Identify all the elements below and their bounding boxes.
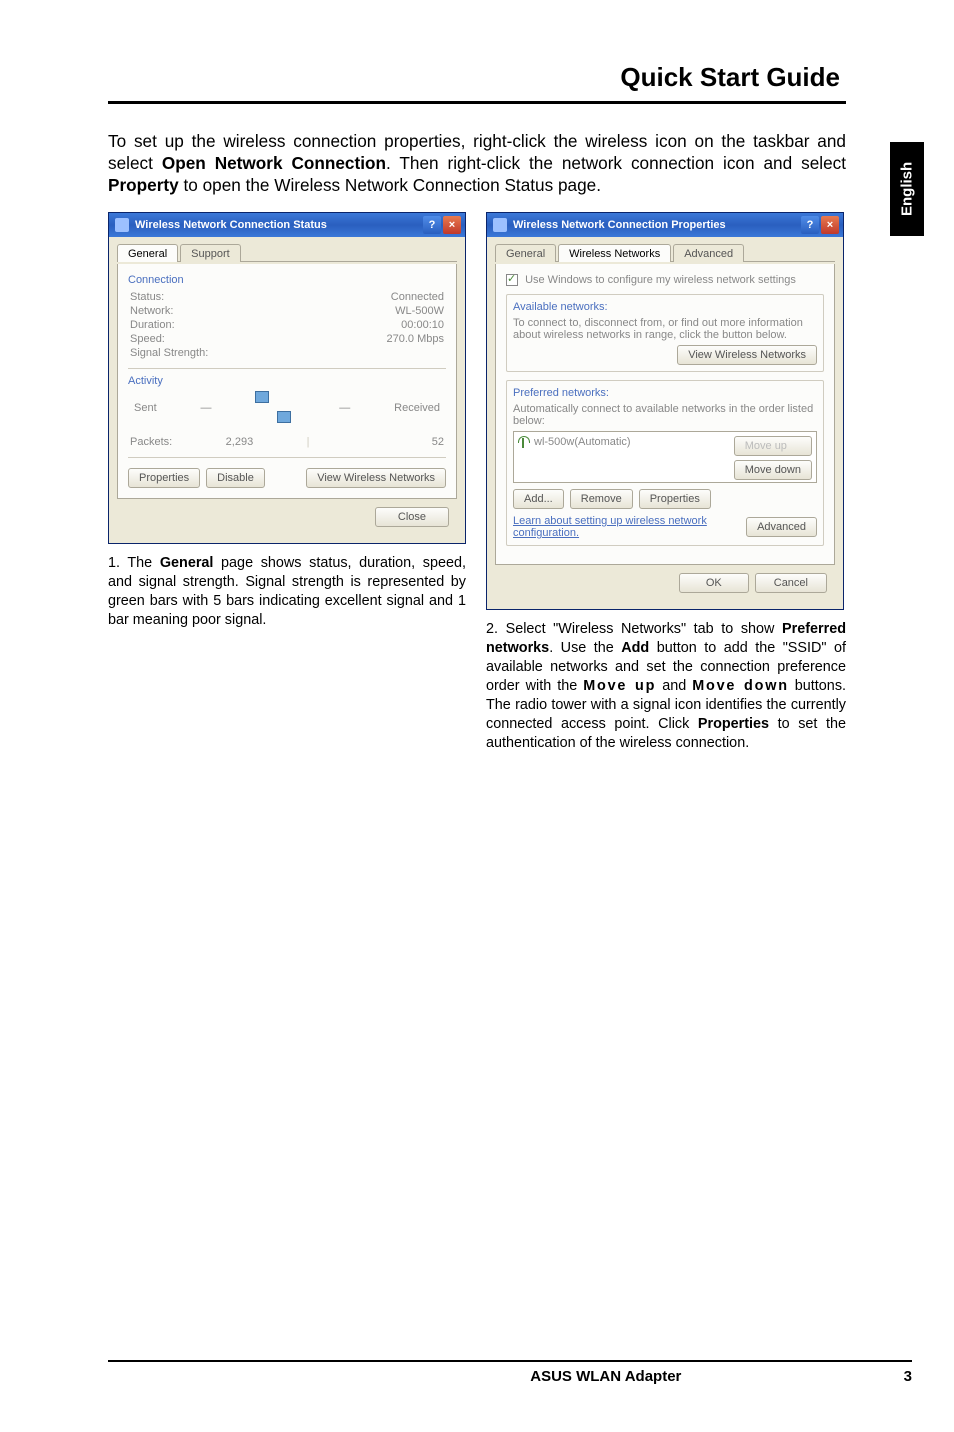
list-item[interactable]: wl-500w(Automatic)	[518, 436, 631, 478]
caption-2-text-b: . Use the	[549, 640, 621, 656]
connection-section-title: Connection	[128, 274, 446, 286]
help-button[interactable]: ?	[801, 216, 819, 234]
signal-label: Signal Strength:	[130, 347, 208, 359]
status-tab-panel: Connection Status: Connected Network: WL-5…	[117, 264, 457, 499]
status-value: Connected	[391, 291, 444, 303]
caption-2-bold-5: Properties	[698, 716, 769, 732]
packets-recv-value: 52	[310, 436, 444, 448]
caption-2-bold-4: Move down	[692, 678, 789, 694]
caption-2-bold-2: Add	[621, 640, 649, 656]
preferred-item-label: wl-500w(Automatic)	[534, 436, 631, 448]
preferred-networks-title: Preferred networks:	[513, 387, 817, 399]
caption-2-text-d: and	[656, 678, 692, 694]
footer-product: ASUS WLAN Adapter	[530, 1368, 681, 1385]
move-up-button[interactable]: Move up	[734, 436, 812, 456]
wireless-tab-panel: Use Windows to configure my wireless net…	[495, 264, 835, 565]
packets-label: Packets:	[130, 436, 172, 448]
status-tabs: General Support	[117, 243, 457, 262]
tab-general[interactable]: General	[495, 244, 556, 262]
duration-value: 00:00:10	[401, 319, 444, 331]
intro-bold-2: Property	[108, 175, 179, 195]
available-networks-text: To connect to, disconnect from, or find …	[513, 317, 817, 341]
caption-2-number: 2.	[486, 621, 498, 637]
preferred-networks-text: Automatically connect to available netwo…	[513, 403, 817, 427]
page-footer: ASUS WLAN Adapter 3	[108, 1360, 912, 1385]
speed-value: 270.0 Mbps	[387, 333, 444, 345]
intro-bold-1: Open Network Connection	[162, 153, 386, 173]
ok-button[interactable]: OK	[679, 573, 749, 593]
network-label: Network:	[130, 305, 173, 317]
language-tab: English	[890, 142, 924, 236]
tab-general[interactable]: General	[117, 244, 178, 262]
caption-2-text-a: Select "Wireless Networks" tab to show	[498, 621, 782, 637]
speed-label: Speed:	[130, 333, 165, 345]
activity-sent-label: Sent	[134, 402, 157, 414]
footer-page-number: 3	[904, 1368, 912, 1385]
view-wireless-networks-button[interactable]: View Wireless Networks	[677, 345, 817, 365]
wireless-icon	[115, 218, 129, 232]
caption-1: 1. The General page shows status, durati…	[108, 554, 466, 630]
status-dialog-titlebar[interactable]: Wireless Network Connection Status ? ×	[109, 213, 465, 237]
advanced-button[interactable]: Advanced	[746, 517, 817, 537]
tab-advanced[interactable]: Advanced	[673, 244, 744, 262]
status-dialog: Wireless Network Connection Status ? × G…	[108, 212, 466, 544]
network-value: WL-500W	[395, 305, 444, 317]
use-windows-checkbox[interactable]	[506, 274, 518, 286]
antenna-icon	[518, 436, 528, 448]
packets-sent-value: 2,293	[172, 436, 306, 448]
move-down-button[interactable]: Move down	[734, 460, 812, 480]
duration-label: Duration:	[130, 319, 175, 331]
cancel-button[interactable]: Cancel	[755, 573, 827, 593]
status-label: Status:	[130, 291, 164, 303]
disable-button[interactable]: Disable	[206, 468, 265, 488]
wireless-icon	[493, 218, 507, 232]
add-button[interactable]: Add...	[513, 489, 564, 509]
properties-button[interactable]: Properties	[128, 468, 200, 488]
remove-button[interactable]: Remove	[570, 489, 633, 509]
activity-received-label: Received	[394, 402, 440, 414]
help-button[interactable]: ?	[423, 216, 441, 234]
caption-1-number: 1.	[108, 555, 120, 571]
header-rule	[108, 101, 846, 104]
page-title: Quick Start Guide	[108, 62, 846, 101]
properties-dialog-title: Wireless Network Connection Properties	[513, 219, 726, 231]
close-icon[interactable]: ×	[443, 216, 461, 234]
available-networks-title: Available networks:	[513, 301, 817, 313]
tab-support[interactable]: Support	[180, 244, 241, 262]
left-column: Wireless Network Connection Status ? × G…	[108, 212, 466, 753]
two-column-layout: Wireless Network Connection Status ? × G…	[108, 212, 846, 753]
properties-tabs: General Wireless Networks Advanced	[495, 243, 835, 262]
properties-dialog-titlebar[interactable]: Wireless Network Connection Properties ?…	[487, 213, 843, 237]
right-column: Wireless Network Connection Properties ?…	[486, 212, 846, 753]
properties-dialog: Wireless Network Connection Properties ?…	[486, 212, 844, 610]
intro-paragraph: To set up the wireless connection proper…	[108, 130, 846, 196]
view-wireless-networks-button[interactable]: View Wireless Networks	[306, 468, 446, 488]
use-windows-label: Use Windows to configure my wireless net…	[525, 274, 796, 286]
tab-wireless-networks[interactable]: Wireless Networks	[558, 244, 671, 262]
close-button[interactable]: Close	[375, 507, 449, 527]
caption-1-bold: General	[160, 555, 214, 571]
preferred-networks-list[interactable]: wl-500w(Automatic) Move up Move down	[513, 431, 817, 483]
status-dialog-title: Wireless Network Connection Status	[135, 219, 327, 231]
page-content: Quick Start Guide To set up the wireless…	[108, 62, 846, 753]
caption-2: 2. Select "Wireless Networks" tab to sho…	[486, 620, 846, 753]
footer-rule	[108, 1360, 912, 1362]
network-activity-icon	[255, 391, 295, 425]
properties-button[interactable]: Properties	[639, 489, 711, 509]
caption-2-bold-3: Move up	[583, 678, 656, 694]
learn-link[interactable]: Learn about setting up wireless network …	[513, 515, 713, 539]
close-icon[interactable]: ×	[821, 216, 839, 234]
activity-section-title: Activity	[128, 375, 446, 387]
